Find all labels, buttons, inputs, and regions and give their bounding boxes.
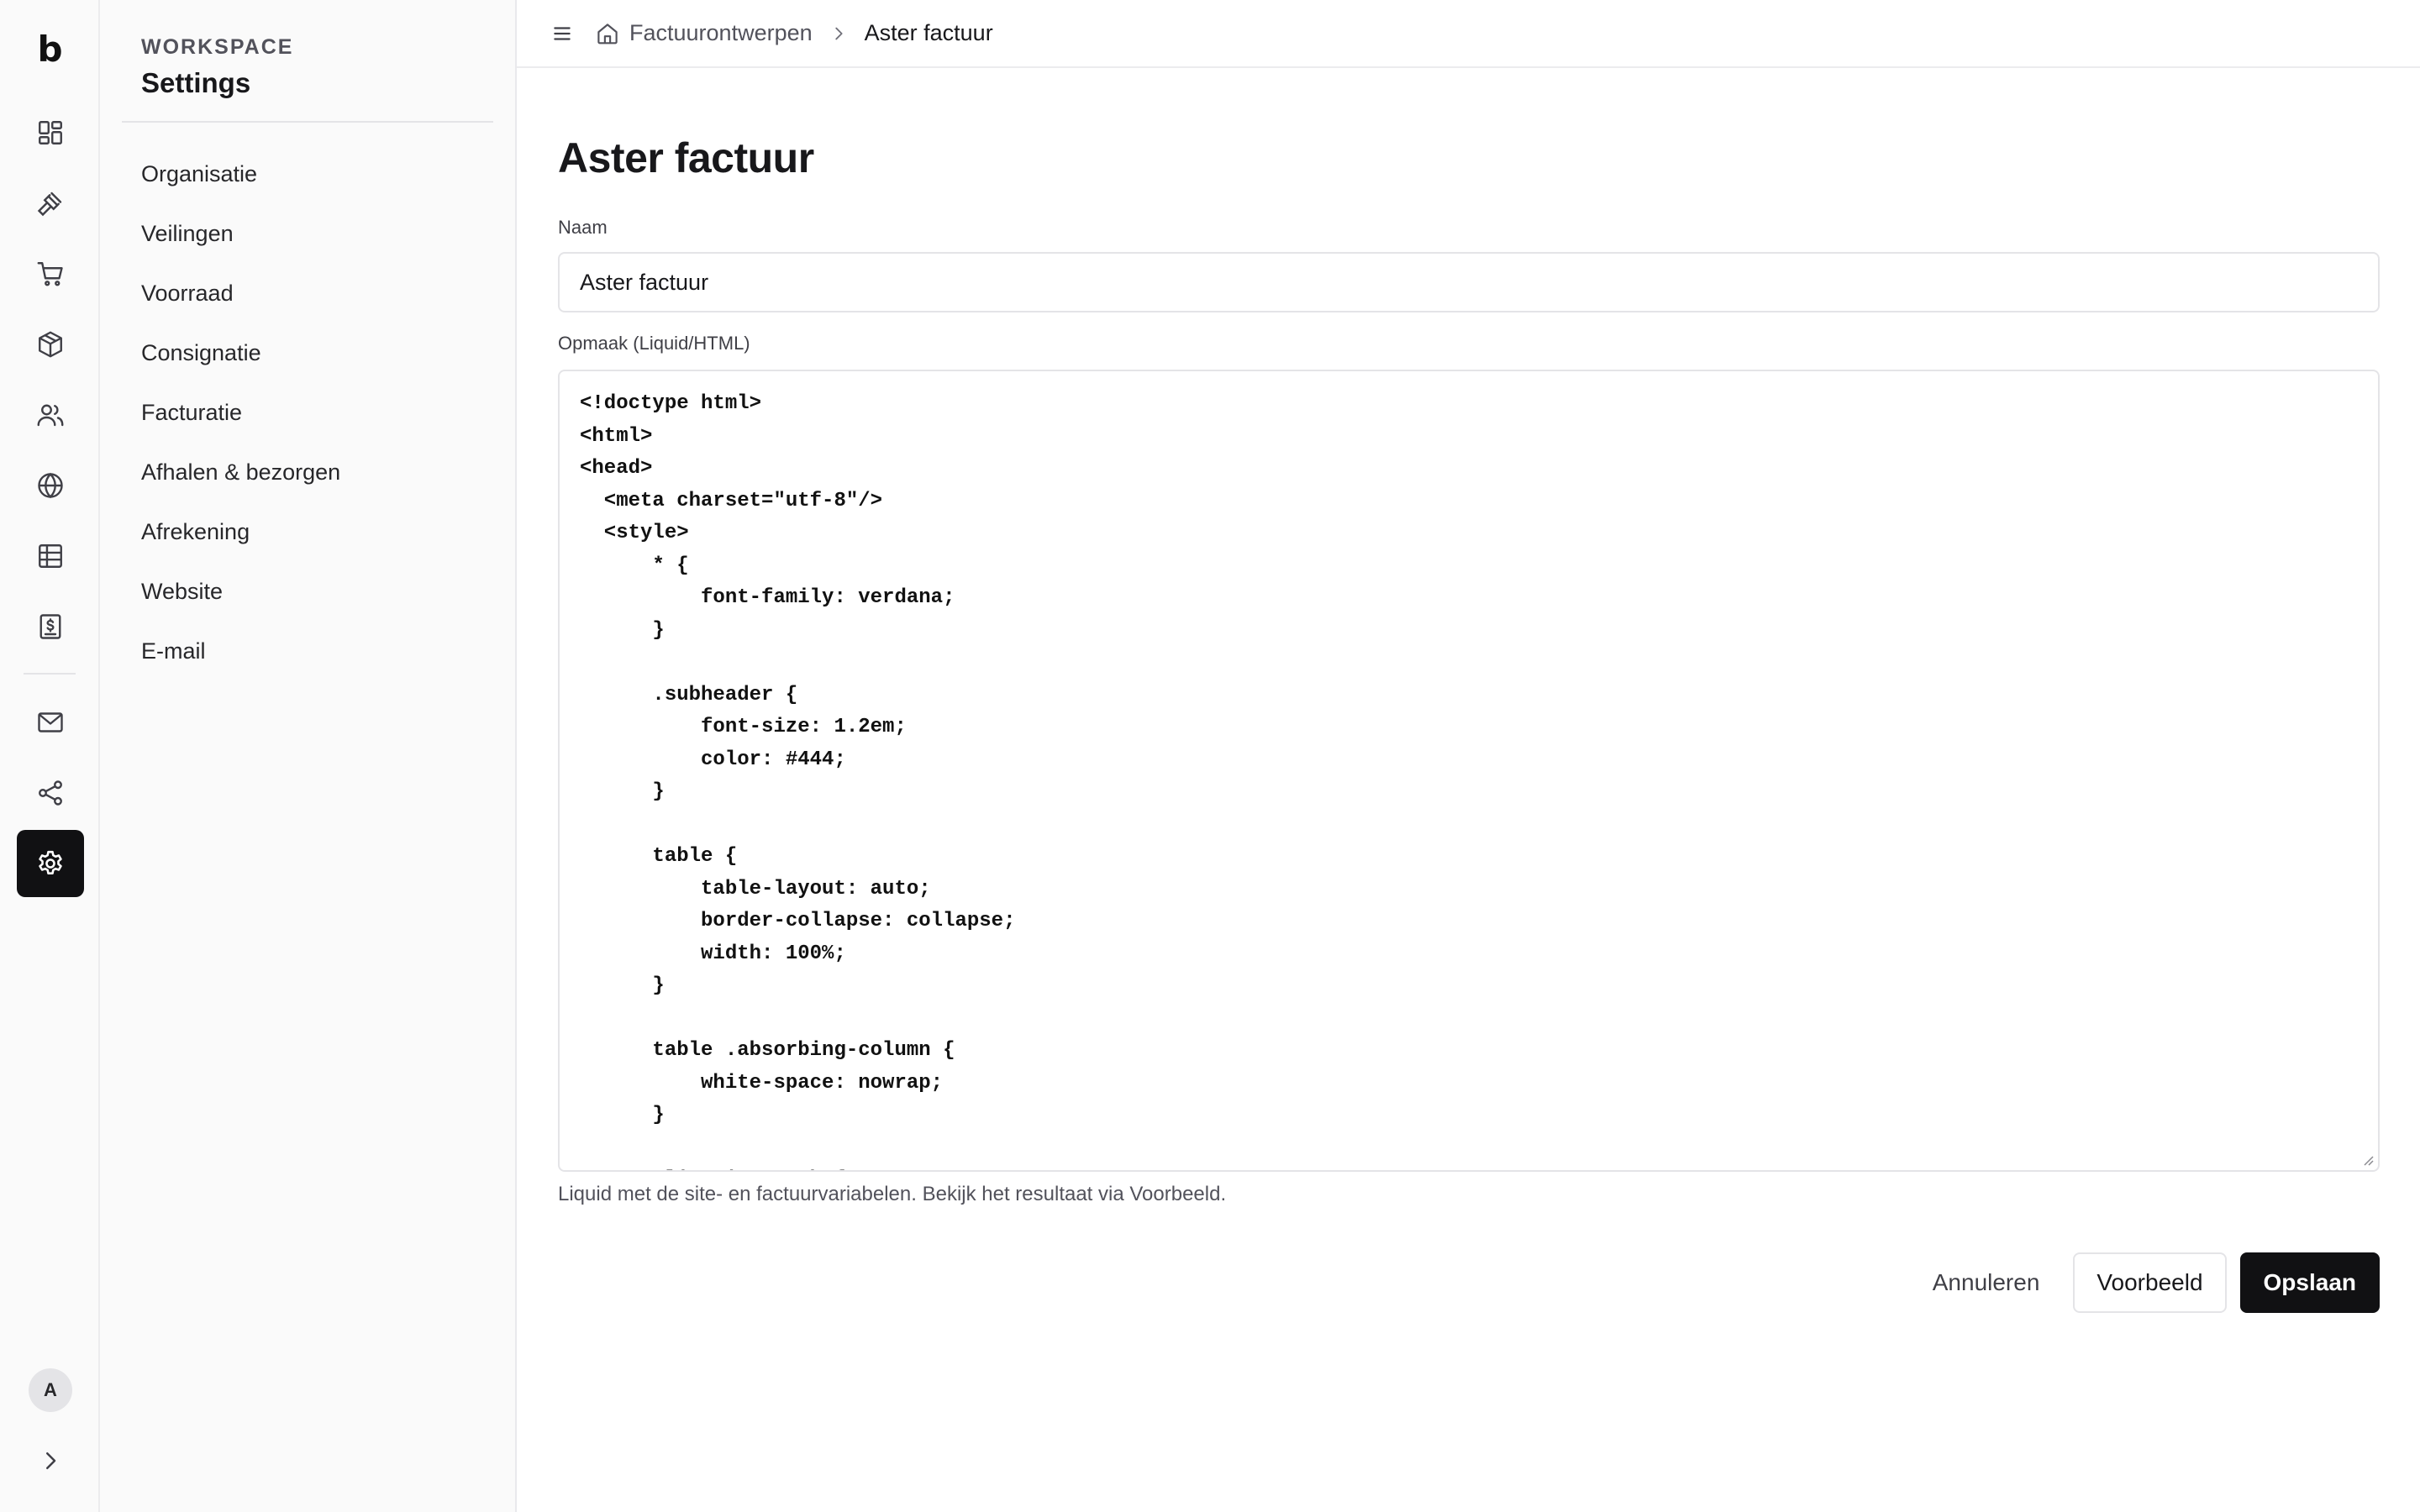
sidebar-item-facturatie[interactable]: Facturatie (141, 383, 340, 443)
sidebar-item-afhalen-bezorgen[interactable]: Afhalen & bezorgen (141, 443, 340, 502)
chevron-right-icon[interactable] (34, 1444, 67, 1478)
save-button[interactable]: Opslaan (2239, 1252, 2380, 1313)
share-icon[interactable] (17, 759, 84, 827)
cart-icon[interactable] (17, 240, 84, 307)
settings-nav: Organisatie Veilingen Voorraad Consignat… (141, 144, 340, 681)
sidebar-eyebrow: WORKSPACE (141, 35, 294, 59)
table-icon[interactable] (17, 522, 84, 590)
dashboard-icon[interactable] (17, 99, 84, 166)
markup-help-text: Liquid met de site- en factuurvariabelen… (558, 1183, 1227, 1205)
breadcrumb-parent[interactable]: Factuurontwerpen (629, 20, 813, 46)
users-icon[interactable] (17, 381, 84, 449)
gear-icon[interactable] (17, 830, 84, 897)
breadcrumb-current: Aster factuur (864, 20, 993, 45)
package-icon[interactable] (17, 311, 84, 378)
markup-label: Opmaak (Liquid/HTML) (558, 333, 750, 354)
settings-sidebar: WORKSPACE Settings Organisatie Veilingen… (100, 0, 517, 1512)
sidebar-item-afrekening[interactable]: Afrekening (141, 502, 340, 562)
globe-icon[interactable] (17, 452, 84, 519)
sidebar-item-voorraad[interactable]: Voorraad (141, 264, 340, 323)
brand-logo[interactable]: b (0, 29, 100, 70)
markup-code[interactable]: <!doctype html> <html> <head> <meta char… (580, 388, 2358, 1170)
sidebar-item-email[interactable]: E-mail (141, 622, 340, 681)
name-label: Naam (558, 217, 608, 238)
resize-handle-icon[interactable] (2360, 1152, 2375, 1167)
markup-editor[interactable]: <!doctype html> <html> <head> <meta char… (558, 370, 2380, 1172)
avatar[interactable]: A (29, 1368, 72, 1412)
name-input[interactable] (558, 252, 2380, 312)
rail-divider (24, 673, 76, 675)
home-icon[interactable] (594, 20, 621, 47)
sidebar-item-veilingen[interactable]: Veilingen (141, 204, 340, 264)
sidebar-divider (122, 121, 493, 123)
mail-icon[interactable] (17, 689, 84, 756)
receipt-icon[interactable] (17, 593, 84, 660)
form-actions: Annuleren Voorbeeld Opslaan (1912, 1252, 2380, 1313)
top-bar: Factuurontwerpen Aster factuur (517, 0, 2420, 68)
page-title: Aster factuur (558, 134, 814, 181)
chevron-right-icon (828, 23, 850, 45)
gavel-icon[interactable] (17, 170, 84, 237)
sidebar-item-website[interactable]: Website (141, 562, 340, 622)
icon-rail: b A (0, 0, 100, 1512)
sidebar-item-consignatie[interactable]: Consignatie (141, 323, 340, 383)
sidebar-item-organisatie[interactable]: Organisatie (141, 144, 340, 204)
sidebar-title: Settings (141, 67, 251, 98)
cancel-button[interactable]: Annuleren (1912, 1252, 2060, 1313)
menu-icon[interactable] (549, 20, 576, 47)
preview-button[interactable]: Voorbeeld (2073, 1252, 2227, 1313)
